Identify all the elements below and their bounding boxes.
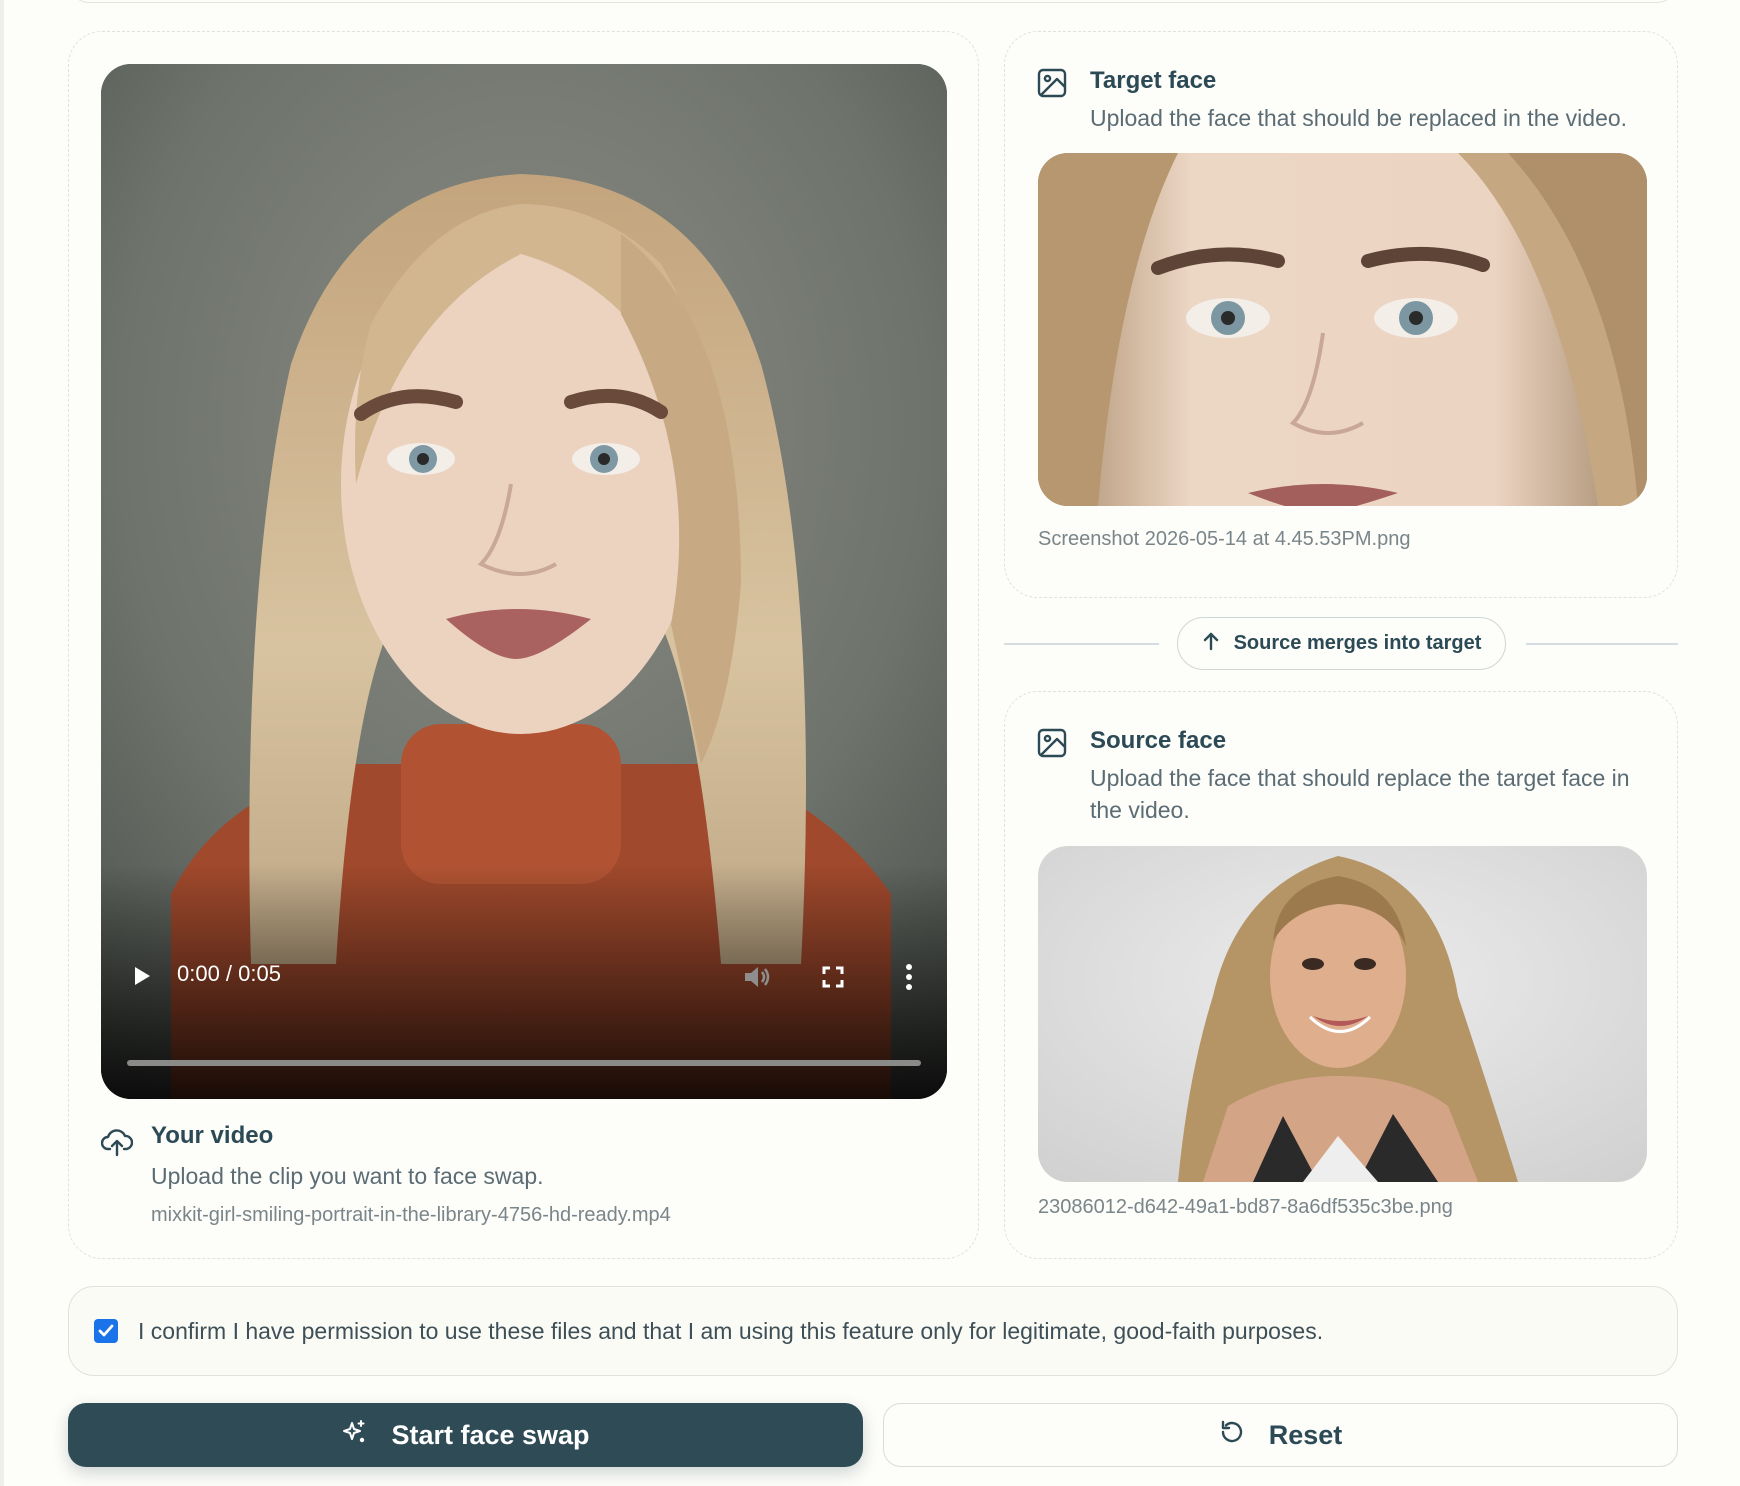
start-face-swap-label: Start face swap [391,1419,590,1450]
reset-icon [1219,1419,1245,1452]
target-file-name: Screenshot 2026-05-14 at 4.45.53PM.png [1038,528,1411,550]
arrow-up-icon [1202,631,1220,657]
image-icon [1035,66,1069,100]
video-progress-bar[interactable] [127,1060,921,1066]
video-frame-portrait [101,64,947,1099]
start-face-swap-button[interactable]: Start face swap [68,1403,863,1467]
upload-cloud-icon [100,1125,134,1159]
source-file-name: 23086012-d642-49a1-bd87-8a6df535c3be.png [1038,1196,1453,1218]
consent-label: I confirm I have permission to use these… [138,1317,1324,1344]
video-player[interactable]: 0:00 / 0:05 [101,64,947,1099]
image-icon [1035,726,1069,760]
divider-line-right [1526,643,1678,645]
page-left-edge [0,0,4,1486]
checkmark-icon [98,1324,114,1337]
video-time: 0:00 / 0:05 [177,961,281,986]
video-controls: 0:00 / 0:05 [101,949,947,999]
source-card-description: Upload the face that should replace the … [1090,765,1630,823]
source-card-title: Source face [1090,727,1227,754]
target-face-card[interactable]: Target face Upload the face that should … [1004,31,1678,598]
source-face-card[interactable]: Source face Upload the face that should … [1004,691,1678,1259]
reset-label: Reset [1268,1419,1343,1450]
video-upload-card[interactable]: 0:00 / 0:05 Your video Upload the clip y… [68,31,979,1259]
consent-box: I confirm I have permission to use these… [68,1286,1678,1376]
source-face-preview [1038,846,1647,1182]
reset-button[interactable]: Reset [883,1403,1678,1467]
fullscreen-icon[interactable] [815,959,851,995]
more-options-icon[interactable] [891,959,927,995]
merge-direction-pill: Source merges into target [1177,617,1506,670]
target-card-description: Upload the face that should be replaced … [1090,105,1628,131]
merge-direction-label: Source merges into target [1233,632,1482,654]
previous-card-edge [68,0,1678,3]
divider-line-left [1004,643,1159,645]
target-face-preview [1038,153,1647,506]
video-file-name: mixkit-girl-smiling-portrait-in-the-libr… [151,1204,671,1226]
target-card-title: Target face [1090,67,1217,94]
sparkle-icon [341,1419,367,1452]
play-icon[interactable] [127,961,157,991]
consent-checkbox[interactable] [94,1319,118,1343]
video-card-title: Your video [151,1122,274,1149]
video-card-description: Upload the clip you want to face swap. [151,1163,544,1189]
volume-icon[interactable] [739,959,775,995]
